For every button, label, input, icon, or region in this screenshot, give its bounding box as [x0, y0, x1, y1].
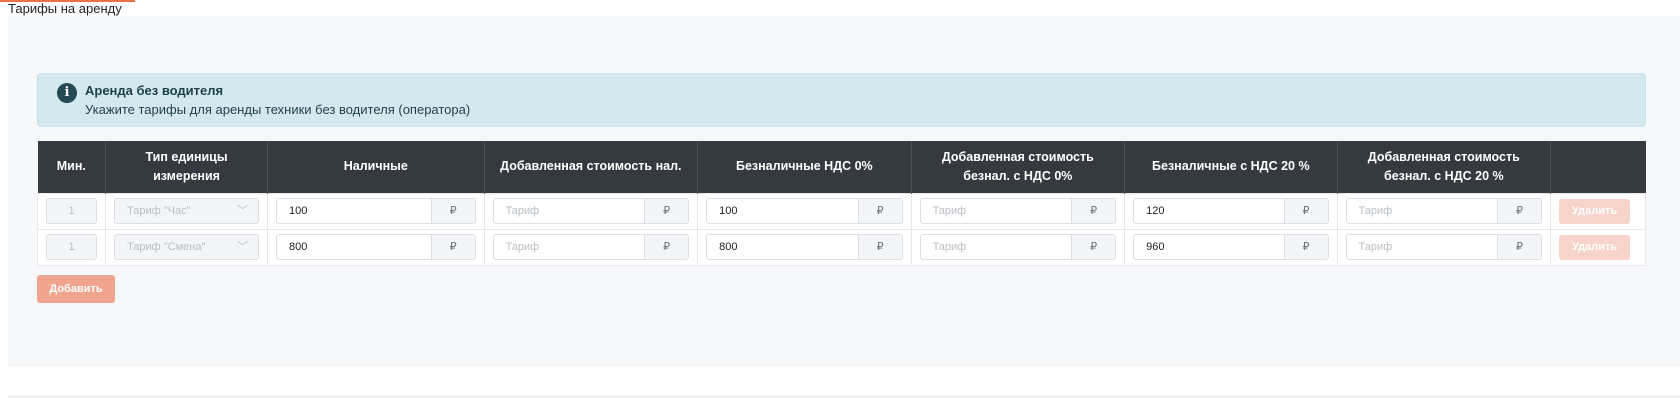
- cash-added-input-group: Тариф ₽: [492, 234, 690, 260]
- info-icon: i: [57, 83, 77, 103]
- alert-text: Укажите тарифы для аренды техники без во…: [85, 102, 471, 117]
- header-cashless-vat0: Безналичные НДС 0%: [697, 141, 912, 193]
- table-row: 1 Тариф "Час" ﹀ 100 ₽ Тариф ₽ 100 ₽ Тариф ₽ 1…: [36, 192, 1646, 230]
- cash-input-group: 800 ₽: [275, 234, 476, 260]
- cash-added-input[interactable]: Тариф: [493, 235, 645, 259]
- page-title: Тарифы на аренду: [8, 1, 122, 16]
- header-cash: Наличные: [266, 141, 485, 193]
- table-header-row: Мин. Тип единицы измерения Наличные Доба…: [37, 141, 1646, 193]
- ruble-icon: ₽: [1071, 199, 1116, 223]
- vat20-added-input-group: Тариф ₽: [1345, 234, 1543, 260]
- ruble-icon: ₽: [1497, 235, 1542, 259]
- ruble-icon: ₽: [857, 235, 902, 259]
- header-cashless-vat0-added: Добавленная стоимость безнал. с НДС 0%: [910, 141, 1125, 193]
- chevron-down-icon: ﹀: [236, 241, 248, 253]
- ruble-icon: ₽: [430, 199, 475, 223]
- vat0-added-input[interactable]: Тариф: [920, 235, 1072, 259]
- vat0-input-group: 100 ₽: [706, 198, 903, 224]
- delete-button[interactable]: Удалить: [1559, 198, 1631, 224]
- min-input[interactable]: 1: [46, 198, 98, 224]
- info-alert: i Аренда без водителя Укажите тарифы для…: [37, 73, 1646, 127]
- vat20-added-input[interactable]: Тариф: [1346, 235, 1498, 259]
- chevron-down-icon: ﹀: [236, 205, 248, 217]
- vat0-added-input[interactable]: Тариф: [920, 199, 1072, 223]
- ruble-icon: ₽: [1283, 235, 1328, 259]
- ruble-icon: ₽: [1497, 199, 1542, 223]
- ruble-icon: ₽: [857, 199, 902, 223]
- vat20-added-input[interactable]: Тариф: [1346, 199, 1498, 223]
- rates-table: Мин. Тип единицы измерения Наличные Доба…: [36, 141, 1646, 266]
- min-input[interactable]: 1: [46, 234, 98, 260]
- vat20-added-input-group: Тариф ₽: [1345, 198, 1543, 224]
- cash-input[interactable]: 800: [276, 235, 431, 259]
- unit-type-select[interactable]: Тариф "Час" ﹀: [114, 198, 259, 224]
- unit-type-select[interactable]: Тариф "Смена" ﹀: [114, 234, 259, 260]
- cash-input[interactable]: 100: [276, 199, 431, 223]
- table-row: 1 Тариф "Смена" ﹀ 800 ₽ Тариф ₽ 800 ₽ Тариф ₽…: [36, 228, 1646, 266]
- cash-added-input-group: Тариф ₽: [492, 198, 690, 224]
- ruble-icon: ₽: [430, 235, 475, 259]
- alert-title: Аренда без водителя: [85, 83, 224, 98]
- vat20-input-group: 120 ₽: [1133, 198, 1329, 224]
- vat20-input[interactable]: 960: [1134, 235, 1284, 259]
- cash-input-group: 100 ₽: [275, 198, 476, 224]
- vat0-input[interactable]: 800: [707, 235, 858, 259]
- ruble-icon: ₽: [644, 199, 689, 223]
- unit-type-value: Тариф "Час": [127, 205, 191, 217]
- divider: [8, 396, 1680, 397]
- ruble-icon: ₽: [1283, 199, 1328, 223]
- ruble-icon: ₽: [1071, 235, 1116, 259]
- add-button[interactable]: Добавить: [37, 275, 115, 303]
- header-actions: [1550, 141, 1646, 193]
- vat0-added-input-group: Тариф ₽: [919, 198, 1117, 224]
- ruble-icon: ₽: [644, 235, 689, 259]
- header-min: Мин.: [37, 141, 106, 193]
- delete-button[interactable]: Удалить: [1559, 234, 1631, 260]
- vat0-input[interactable]: 100: [707, 199, 858, 223]
- header-cashless-vat20-added: Добавленная стоимость безнал. с НДС 20 %: [1336, 141, 1551, 193]
- vat0-input-group: 800 ₽: [706, 234, 903, 260]
- cash-added-input[interactable]: Тариф: [493, 199, 645, 223]
- vat0-added-input-group: Тариф ₽: [919, 234, 1117, 260]
- header-unit-type: Тип единицы измерения: [105, 141, 268, 193]
- header-cash-added: Добавленная стоимость нал.: [483, 141, 698, 193]
- unit-type-value: Тариф "Смена": [127, 241, 206, 253]
- header-cashless-vat20: Безналичные с НДС 20 %: [1124, 141, 1338, 193]
- vat20-input-group: 960 ₽: [1133, 234, 1329, 260]
- vat20-input[interactable]: 120: [1134, 199, 1284, 223]
